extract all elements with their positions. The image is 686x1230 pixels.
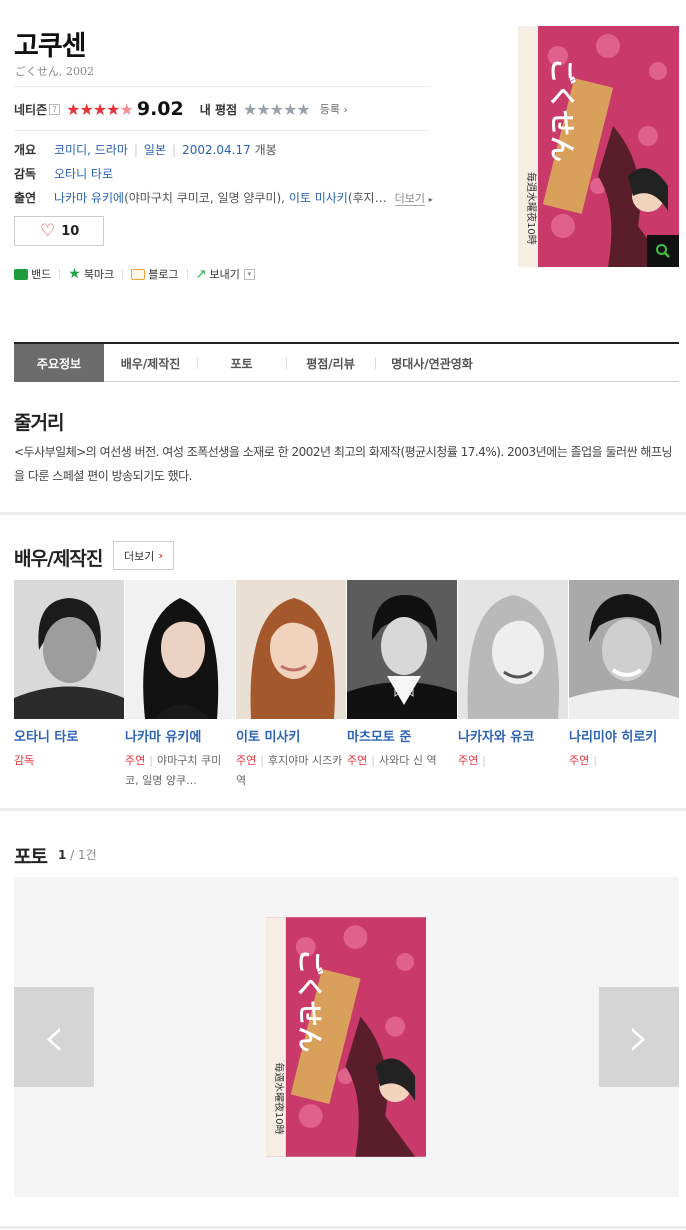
cast-card[interactable]: 나카마 유키에 주연 | 야마구치 쿠미코, 일명 양쿠...: [125, 580, 236, 790]
poster-image: ごくせん 毎週水曜夜10時: [266, 917, 426, 1157]
heart-icon: ♡: [40, 221, 56, 241]
send-icon: ↗: [195, 266, 207, 282]
prev-arrow-icon[interactable]: ‹: [14, 987, 94, 1087]
netizen-score: 9.02: [136, 98, 184, 120]
share-blog-button[interactable]: 블로그: [131, 266, 179, 282]
tab-main-info[interactable]: 주요정보: [14, 344, 104, 382]
rating-row: 네티즌 ? ★★★★★ 9.02 내 평점 ★★★★★ 등록 ›: [14, 98, 434, 120]
share-band-button[interactable]: 밴드: [14, 266, 51, 282]
director-link[interactable]: 오타니 타로: [54, 167, 113, 181]
cast-link-1[interactable]: 나카마 유키에: [54, 191, 124, 205]
person-photo[interactable]: [236, 580, 346, 719]
person-photo[interactable]: [347, 580, 457, 719]
page-title: 고쿠센: [14, 31, 87, 62]
person-role: 주연 | 사와다 신 역: [347, 754, 437, 767]
person-name[interactable]: 오타니 타로: [14, 726, 125, 745]
cast-heading: 배우/제작진: [14, 548, 103, 570]
share-bar: 밴드 ★ 북마크 블로그 ↗ 보내기 ▾: [14, 266, 255, 282]
person-role: 주연 | 야마구치 쿠미코, 일명 양쿠...: [125, 754, 222, 787]
svg-text:ごくせん: ごくせん: [546, 58, 577, 162]
chevron-right-icon: ▸: [428, 195, 433, 204]
synopsis-heading: 줄거리: [14, 412, 64, 434]
divider: [14, 86, 430, 87]
person-role: 주연 |: [569, 754, 597, 767]
person-name[interactable]: 나리미야 히로키: [569, 726, 680, 745]
svg-text:ごくせん: ごくせん: [294, 949, 325, 1052]
share-bookmark-button[interactable]: ★ 북마크: [68, 266, 114, 282]
cast-row: 출연 나카마 유키에(야마구치 쿠미코, 일명 양쿠미), 이토 미사키(후지… 더…: [14, 189, 434, 206]
band-icon: [14, 268, 28, 280]
svg-text:毎週水曜夜10時: 毎週水曜夜10時: [273, 1062, 286, 1134]
tab-cast-crew[interactable]: 배우/제작진: [104, 344, 197, 382]
gallery-photo[interactable]: ごくせん 毎週水曜夜10時: [266, 917, 426, 1157]
netizen-stars: ★★★★★: [66, 99, 134, 119]
cast-link-2[interactable]: 이토 미사키: [289, 191, 348, 205]
like-button[interactable]: ♡ 10: [14, 216, 104, 246]
cast-more-link[interactable]: 더보기: [394, 192, 425, 206]
my-rating-label: 내 평점: [199, 102, 238, 117]
tab-quotes-related[interactable]: 명대사/연관영화: [375, 344, 489, 382]
section-divider: [0, 808, 686, 811]
poster-image: ごくせん 毎週水曜夜10時: [518, 26, 679, 267]
person-photo[interactable]: [14, 580, 124, 719]
cast-card[interactable]: 이토 미사키 주연 | 후지야마 시즈카 역: [236, 580, 347, 790]
tab-rating-review[interactable]: 평점/리뷰: [286, 344, 375, 382]
cast-more-button[interactable]: 더보기 ›: [113, 541, 174, 570]
overview-label: 개요: [14, 143, 37, 157]
person-photo[interactable]: [569, 580, 679, 719]
synopsis-text: <두사부일체>의 여선생 버전. 여성 조폭선생을 소재로 한 2002년 최고…: [14, 445, 673, 483]
country-link[interactable]: 일본: [144, 143, 166, 157]
divider: [14, 130, 430, 131]
cast-role-2: (후지…: [347, 191, 387, 205]
cast-list: 오타니 타로 감독 나카마 유키에 주연 | 야마구치 쿠미코, 일명 양쿠...: [14, 580, 680, 790]
send-dropdown-icon[interactable]: ▾: [243, 268, 255, 280]
person-role: 주연 |: [458, 754, 486, 767]
photo-gallery: ‹ ごくせん 毎週水曜夜10時 ›: [14, 877, 679, 1197]
person-name[interactable]: 나카마 유키에: [125, 726, 236, 745]
person-photo[interactable]: [125, 580, 235, 719]
section-divider: [0, 512, 686, 515]
blog-icon: [131, 268, 146, 280]
person-role: 감독: [14, 754, 35, 767]
release-date-link[interactable]: 2002.04.17: [182, 143, 251, 157]
director-label: 감독: [14, 167, 37, 181]
my-rating-stars[interactable]: ★★★★★: [243, 100, 311, 119]
register-rating-link[interactable]: 등록 ›: [320, 101, 348, 117]
cast-card[interactable]: 나카자와 유코 주연 |: [458, 580, 569, 790]
zoom-icon[interactable]: [647, 235, 679, 267]
cast-label: 출연: [14, 191, 37, 205]
person-name[interactable]: 나카자와 유코: [458, 726, 569, 745]
cast-card[interactable]: 오타니 타로 감독: [14, 580, 125, 790]
like-count: 10: [61, 223, 80, 239]
cast-card[interactable]: 마츠모토 준 주연 | 사와다 신 역: [347, 580, 458, 790]
photo-count: 1 / 1건: [58, 848, 97, 862]
tab-photo[interactable]: 포토: [197, 344, 286, 382]
chevron-right-icon: ›: [158, 549, 163, 562]
star-icon: ★: [68, 266, 81, 282]
overview-row: 개요 코미디, 드라마 | 일본 | 2002.04.17 개봉: [14, 143, 277, 157]
help-icon[interactable]: ?: [49, 103, 61, 115]
person-name[interactable]: 마츠모토 준: [347, 726, 458, 745]
netizen-rating-label: 네티즌: [14, 102, 48, 117]
cast-role-1: (야마구치 쿠미코, 일명 양쿠미),: [124, 191, 285, 205]
cast-card[interactable]: 나리미야 히로키 주연 |: [569, 580, 680, 790]
photo-heading: 포토: [14, 846, 48, 868]
movie-poster[interactable]: ごくせん 毎週水曜夜10時: [518, 26, 679, 267]
section-divider: [0, 1226, 686, 1229]
svg-text:毎週水曜夜10時: 毎週水曜夜10時: [525, 172, 538, 245]
main-tabs: 주요정보 배우/제작진 포토 평점/리뷰 명대사/연관영화: [14, 342, 679, 382]
person-role: 주연 | 후지야마 시즈카 역: [236, 754, 343, 787]
person-name[interactable]: 이토 미사키: [236, 726, 347, 745]
director-row: 감독 오타니 타로: [14, 165, 434, 182]
share-send-button[interactable]: ↗ 보내기: [196, 266, 240, 282]
person-photo[interactable]: [458, 580, 568, 719]
genre-link[interactable]: 코미디, 드라마: [54, 143, 128, 157]
original-title: ごくせん, 2002: [15, 65, 94, 78]
release-suffix: 개봉: [254, 143, 277, 157]
next-arrow-icon[interactable]: ›: [599, 987, 679, 1087]
